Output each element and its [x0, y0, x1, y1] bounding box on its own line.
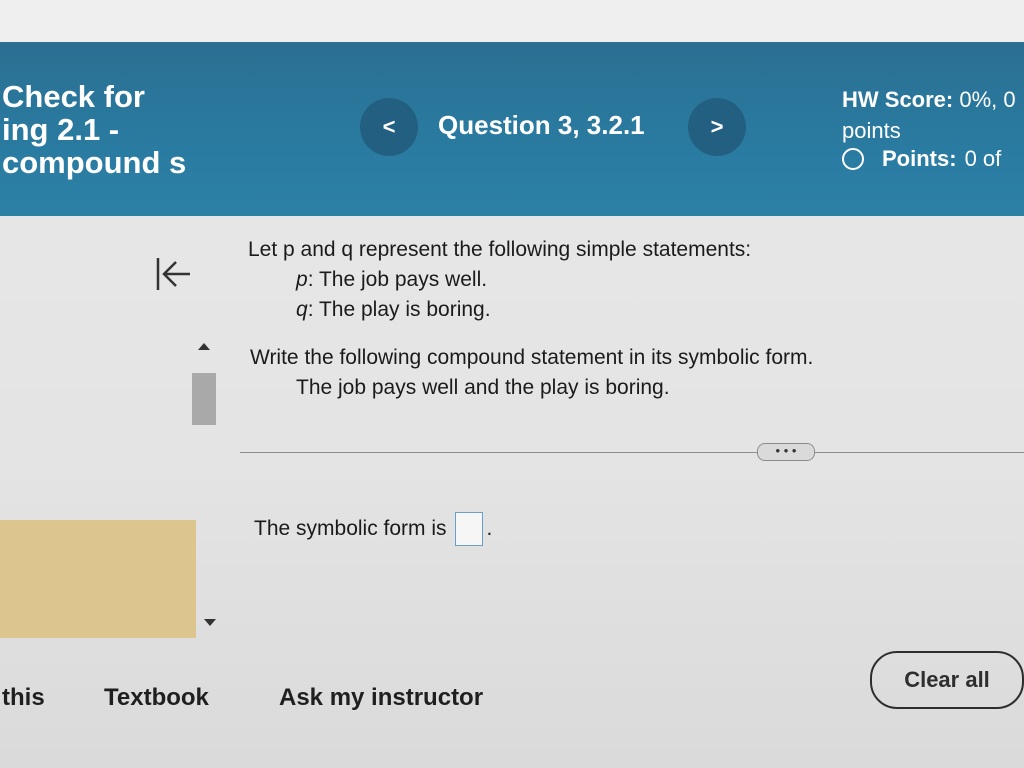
scroll-down-arrow-icon[interactable]: [204, 619, 216, 626]
collapse-left-icon[interactable]: [150, 254, 198, 294]
statement-p-var: p: [296, 268, 308, 291]
statement-q: q: The play is boring.: [296, 298, 491, 321]
question-intro: Let p and q represent the following simp…: [248, 238, 752, 261]
next-question-button[interactable]: >: [688, 98, 746, 156]
answer-prefix: The symbolic form is: [254, 517, 447, 540]
clear-all-button[interactable]: Clear all: [870, 651, 1024, 709]
hw-score: HW Score: 0%, 0 points: [842, 84, 1016, 146]
statement-q-var: q: [296, 298, 308, 321]
statement-q-text: The play is boring.: [318, 298, 491, 321]
hw-score-value: 0%, 0: [959, 87, 1016, 112]
chevron-right-icon: >: [710, 114, 724, 139]
question-task: Write the following compound statement i…: [250, 346, 814, 369]
answer-suffix: .: [486, 517, 493, 540]
question-label: Question 3, 3.2.1: [438, 110, 645, 140]
browser-top-strip: [0, 0, 1024, 42]
status-circle-icon: [842, 148, 864, 170]
assignment-title-line-2: ing 2.1 -: [2, 112, 120, 147]
answer-input[interactable]: [454, 512, 483, 546]
section-divider: [240, 452, 1024, 453]
previous-question-button[interactable]: <: [360, 98, 418, 156]
statement-p-text: The job pays well.: [318, 268, 488, 291]
points-status: Points: 0 of: [842, 146, 1001, 172]
hw-score-unit: points: [842, 118, 901, 143]
points-value: 0 of: [964, 146, 1002, 171]
hw-score-label: HW Score:: [842, 87, 954, 112]
points-label: Points:: [882, 146, 957, 171]
assignment-title-line-3: compound s: [2, 145, 187, 180]
page: Check for ing 2.1 - compound s < Questio…: [0, 0, 1024, 768]
sidebar-highlight-panel: [0, 520, 196, 638]
footer-link-ask-instructor[interactable]: Ask my instructor: [279, 684, 483, 712]
compound-statement: The job pays well and the play is boring…: [296, 376, 670, 399]
footer-link-textbook[interactable]: Textbook: [104, 684, 209, 712]
answer-row: The symbolic form is .: [254, 512, 492, 546]
footer-link-this[interactable]: this: [2, 684, 45, 712]
assignment-title: Check for ing 2.1 - compound s: [2, 80, 222, 179]
statement-p: p: The job pays well.: [296, 268, 488, 291]
chevron-left-icon: <: [382, 114, 396, 139]
more-options-button[interactable]: • • •: [757, 443, 815, 461]
assignment-title-line-1: Check for: [2, 79, 145, 114]
scroll-up-arrow-icon[interactable]: [198, 343, 210, 350]
scroll-thumb[interactable]: [192, 373, 216, 425]
